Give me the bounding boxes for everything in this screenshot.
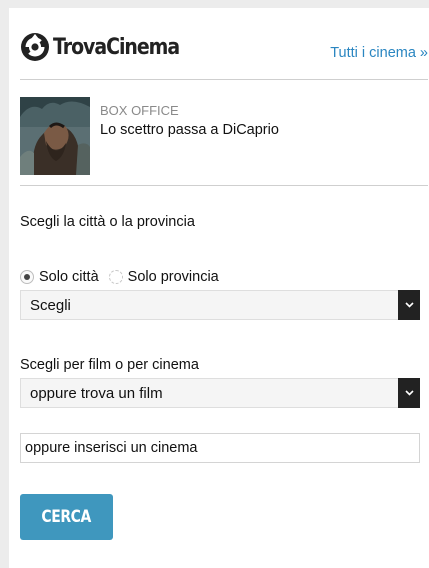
chevron-down-icon[interactable] (398, 290, 420, 320)
logo[interactable]: TrovaCinema (20, 32, 200, 62)
city-select-value: Scegli (30, 297, 71, 314)
brand-name: TrovaCinema (53, 34, 180, 60)
film-select-value: oppure trova un film (30, 385, 163, 402)
brand-header: TrovaCinema Tutti i cinema » (20, 30, 428, 70)
divider (20, 79, 428, 80)
location-mode-radios: Solo città Solo provincia (20, 266, 219, 288)
radio-solo-citta-label[interactable]: Solo città (39, 269, 99, 285)
news-thumbnail[interactable] (20, 97, 90, 175)
divider (20, 185, 428, 186)
radio-solo-provincia-label[interactable]: Solo provincia (128, 269, 219, 285)
search-label: Scegli per film o per cinema (20, 357, 199, 373)
film-reel-icon (21, 33, 49, 61)
news-kicker: BOX OFFICE (100, 103, 179, 118)
all-cinemas-link[interactable]: Tutti i cinema » (330, 45, 428, 61)
film-select[interactable]: oppure trova un film (20, 378, 420, 408)
location-label: Scegli la città o la provincia (20, 214, 195, 230)
radio-solo-provincia[interactable] (108, 270, 123, 284)
city-select[interactable]: Scegli (20, 290, 420, 320)
trovacinema-widget: TrovaCinema Tutti i cinema » BOX OFFICE … (9, 8, 429, 568)
news-item[interactable]: BOX OFFICE Lo scettro passa a DiCaprio (20, 97, 428, 175)
news-title-link[interactable]: Lo scettro passa a DiCaprio (100, 122, 279, 138)
search-button[interactable]: CERCA (20, 494, 113, 540)
movie-still-photo (20, 97, 90, 175)
search-button-label: CERCA (41, 507, 92, 527)
cinema-search-input[interactable] (20, 433, 420, 463)
radio-solo-citta[interactable] (20, 270, 34, 284)
chevron-down-icon[interactable] (398, 378, 420, 408)
